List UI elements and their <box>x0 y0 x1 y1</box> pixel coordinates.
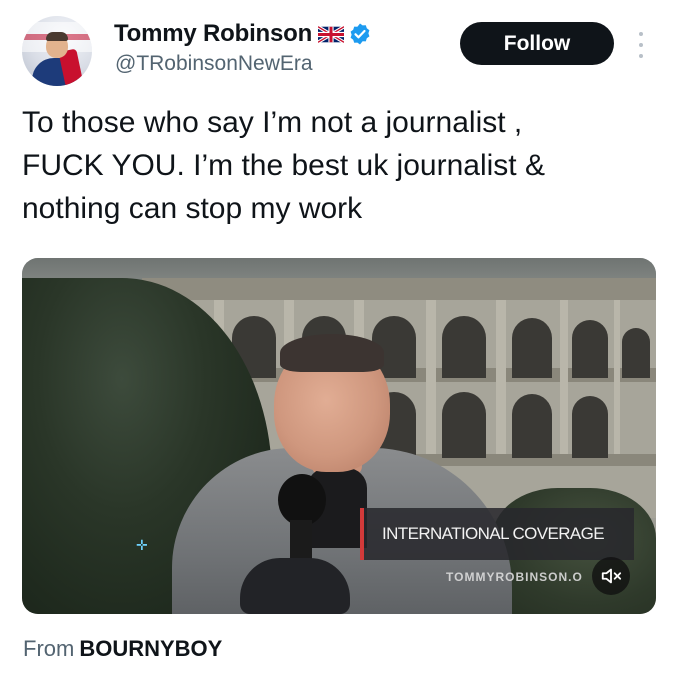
microphone <box>278 474 326 526</box>
more-vertical-icon[interactable] <box>636 32 646 58</box>
video-player[interactable]: ✛ INTERNATIONAL COVERAGE TOMMYROBINSON.O <box>22 258 656 614</box>
video-overlay-title: INTERNATIONAL COVERAGE <box>382 524 605 543</box>
muted-speaker-icon <box>601 568 622 584</box>
author-handle[interactable]: @TRobinsonNewEra <box>115 52 313 76</box>
avatar[interactable] <box>22 16 92 86</box>
plus-glyph: ✛ <box>136 538 148 554</box>
reporter-hair <box>280 334 384 372</box>
more-dot <box>639 54 643 58</box>
verified-badge-icon <box>350 23 370 45</box>
reporter-glove <box>240 558 350 614</box>
mute-button[interactable] <box>592 557 630 595</box>
tweet-line: To those who say I’m not a journalist , <box>22 106 523 139</box>
tweet-line: FUCK YOU. I’m the best uk journalist & <box>22 149 545 182</box>
tweet-text: To those who say I’m not a journalist , … <box>22 101 652 230</box>
avatar-hair <box>46 32 68 41</box>
uk-flag-icon <box>318 25 345 43</box>
follow-button[interactable]: Follow <box>460 22 614 65</box>
more-dot <box>639 43 643 47</box>
tweet-line: nothing can stop my work <box>22 192 363 225</box>
video-lower-third: INTERNATIONAL COVERAGE <box>360 508 634 560</box>
author-name-row: Tommy Robinson <box>114 18 372 50</box>
author-display-name[interactable]: Tommy Robinson <box>114 20 312 48</box>
video-watermark: TOMMYROBINSON.O <box>446 570 583 584</box>
source-name[interactable]: BOURNYBOY <box>79 636 222 661</box>
source-attribution: From BOURNYBOY <box>23 636 222 662</box>
source-prefix: From <box>23 636 75 661</box>
more-dot <box>639 32 643 36</box>
